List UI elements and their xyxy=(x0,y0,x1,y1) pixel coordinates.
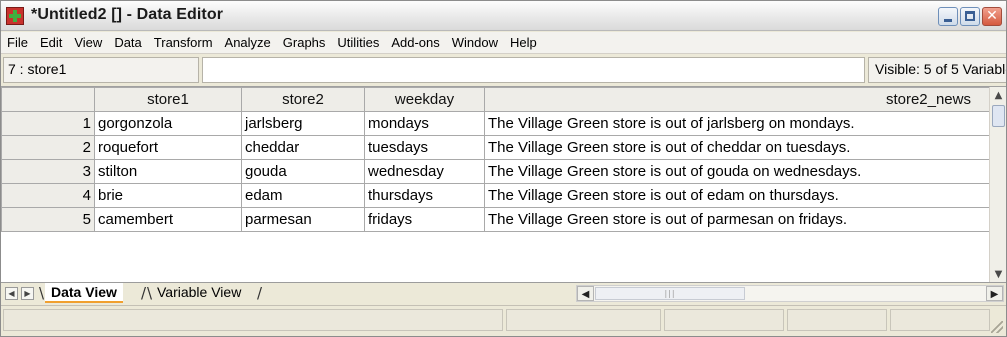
cell-weekday[interactable]: thursdays xyxy=(364,183,485,208)
tab-divider-icon: / xyxy=(141,284,147,302)
cell-store2[interactable]: edam xyxy=(241,183,365,208)
spss-data-icon xyxy=(6,7,24,25)
cell-store2[interactable]: parmesan xyxy=(241,207,365,232)
resize-grip-icon[interactable] xyxy=(991,321,1003,333)
status-pane xyxy=(890,309,990,331)
horizontal-scroll-thumb[interactable]: ||| xyxy=(595,287,745,300)
scroll-right-icon[interactable]: ▶ xyxy=(986,286,1003,301)
window-title: *Untitled2 [] - Data Editor xyxy=(31,6,224,23)
status-pane-main xyxy=(3,309,503,331)
table-row: 2 roquefort cheddar tuesdays The Village… xyxy=(1,135,990,160)
cell-weekday[interactable]: fridays xyxy=(364,207,485,232)
cell-store1[interactable]: camembert xyxy=(94,207,242,232)
cell-store2-news[interactable]: The Village Green store is out of jarlsb… xyxy=(484,111,990,136)
cell-store1[interactable]: roquefort xyxy=(94,135,242,160)
cell-value-input[interactable] xyxy=(202,57,865,83)
data-grid: store1 store2 weekday store2_news 1 gorg… xyxy=(1,86,1006,283)
tab-variable-view[interactable]: Variable View xyxy=(151,283,247,303)
row-number[interactable]: 3 xyxy=(1,159,95,184)
row-number[interactable]: 5 xyxy=(1,207,95,232)
cell-store2[interactable]: jarlsberg xyxy=(241,111,365,136)
cell-editor-bar: 7 : store1 Visible: 5 of 5 Variables xyxy=(1,55,1006,85)
column-header-store1[interactable]: store1 xyxy=(94,87,242,112)
maximize-icon xyxy=(965,11,975,21)
vertical-scroll-thumb[interactable] xyxy=(992,105,1005,127)
menu-analyze[interactable]: Analyze xyxy=(219,32,277,54)
cell-weekday[interactable]: wednesday xyxy=(364,159,485,184)
status-bar xyxy=(1,305,1006,336)
column-header-store2-news[interactable]: store2_news xyxy=(484,87,990,112)
menu-utilities[interactable]: Utilities xyxy=(331,32,385,54)
column-header-store2[interactable]: store2 xyxy=(241,87,365,112)
menu-transform[interactable]: Transform xyxy=(148,32,219,54)
tab-scroll-left-icon[interactable]: ◀ xyxy=(5,287,18,300)
cell-weekday[interactable]: tuesdays xyxy=(364,135,485,160)
cell-store2-news[interactable]: The Village Green store is out of chedda… xyxy=(484,135,990,160)
menu-bar: File Edit View Data Transform Analyze Gr… xyxy=(1,32,1006,54)
corner-cell[interactable] xyxy=(1,87,95,112)
minimize-button[interactable] xyxy=(938,7,958,26)
menu-edit[interactable]: Edit xyxy=(34,32,68,54)
status-pane xyxy=(506,309,661,331)
tab-divider-icon: \ xyxy=(39,284,45,302)
cell-store1[interactable]: gorgonzola xyxy=(94,111,242,136)
cell-store1[interactable]: stilton xyxy=(94,159,242,184)
cell-weekday[interactable]: mondays xyxy=(364,111,485,136)
row-number[interactable]: 2 xyxy=(1,135,95,160)
row-number[interactable]: 1 xyxy=(1,111,95,136)
view-tab-bar: ◀ ▶ \ Data View / \ Variable View / ◀ ||… xyxy=(1,282,1006,304)
cell-store1[interactable]: brie xyxy=(94,183,242,208)
column-header-weekday[interactable]: weekday xyxy=(364,87,485,112)
title-bar[interactable]: *Untitled2 [] - Data Editor ✕ xyxy=(1,1,1006,31)
cell-store2-news[interactable]: The Village Green store is out of gouda … xyxy=(484,159,990,184)
tab-divider-icon: / xyxy=(257,284,263,302)
menu-data[interactable]: Data xyxy=(108,32,147,54)
maximize-button[interactable] xyxy=(960,7,980,26)
tab-scroll-right-icon[interactable]: ▶ xyxy=(21,287,34,300)
tab-data-view[interactable]: Data View xyxy=(45,283,123,303)
table-row: 4 brie edam thursdays The Village Green … xyxy=(1,183,990,208)
menu-help[interactable]: Help xyxy=(504,32,543,54)
table-row: 3 stilton gouda wednesday The Village Gr… xyxy=(1,159,990,184)
menu-graphs[interactable]: Graphs xyxy=(277,32,332,54)
data-table: store1 store2 weekday store2_news 1 gorg… xyxy=(1,87,990,232)
menu-window[interactable]: Window xyxy=(446,32,504,54)
cell-store2[interactable]: cheddar xyxy=(241,135,365,160)
table-row: 1 gorgonzola jarlsberg mondays The Villa… xyxy=(1,111,990,136)
menu-file[interactable]: File xyxy=(1,32,34,54)
vertical-scrollbar[interactable]: ▲ ▼ xyxy=(989,87,1006,283)
minimize-icon xyxy=(944,19,952,22)
horizontal-scrollbar[interactable]: ◀ ||| ▶ xyxy=(576,285,1004,302)
close-icon: ✕ xyxy=(986,8,998,24)
row-number[interactable]: 4 xyxy=(1,183,95,208)
scroll-down-icon[interactable]: ▼ xyxy=(991,267,1006,282)
table-row: 5 camembert parmesan fridays The Village… xyxy=(1,207,990,232)
scroll-up-icon[interactable]: ▲ xyxy=(991,88,1006,103)
menu-view[interactable]: View xyxy=(68,32,108,54)
window-controls: ✕ xyxy=(938,7,1002,26)
scroll-left-icon[interactable]: ◀ xyxy=(577,286,594,301)
status-pane xyxy=(787,309,887,331)
status-pane xyxy=(664,309,784,331)
menu-add-ons[interactable]: Add-ons xyxy=(385,32,445,54)
data-editor-window: *Untitled2 [] - Data Editor ✕ File Edit … xyxy=(0,0,1007,337)
close-button[interactable]: ✕ xyxy=(982,7,1002,26)
cell-store2-news[interactable]: The Village Green store is out of parmes… xyxy=(484,207,990,232)
cell-store2[interactable]: gouda xyxy=(241,159,365,184)
visible-variables-count: Visible: 5 of 5 Variables xyxy=(868,57,1006,83)
cell-reference: 7 : store1 xyxy=(3,57,199,83)
cell-store2-news[interactable]: The Village Green store is out of edam o… xyxy=(484,183,990,208)
